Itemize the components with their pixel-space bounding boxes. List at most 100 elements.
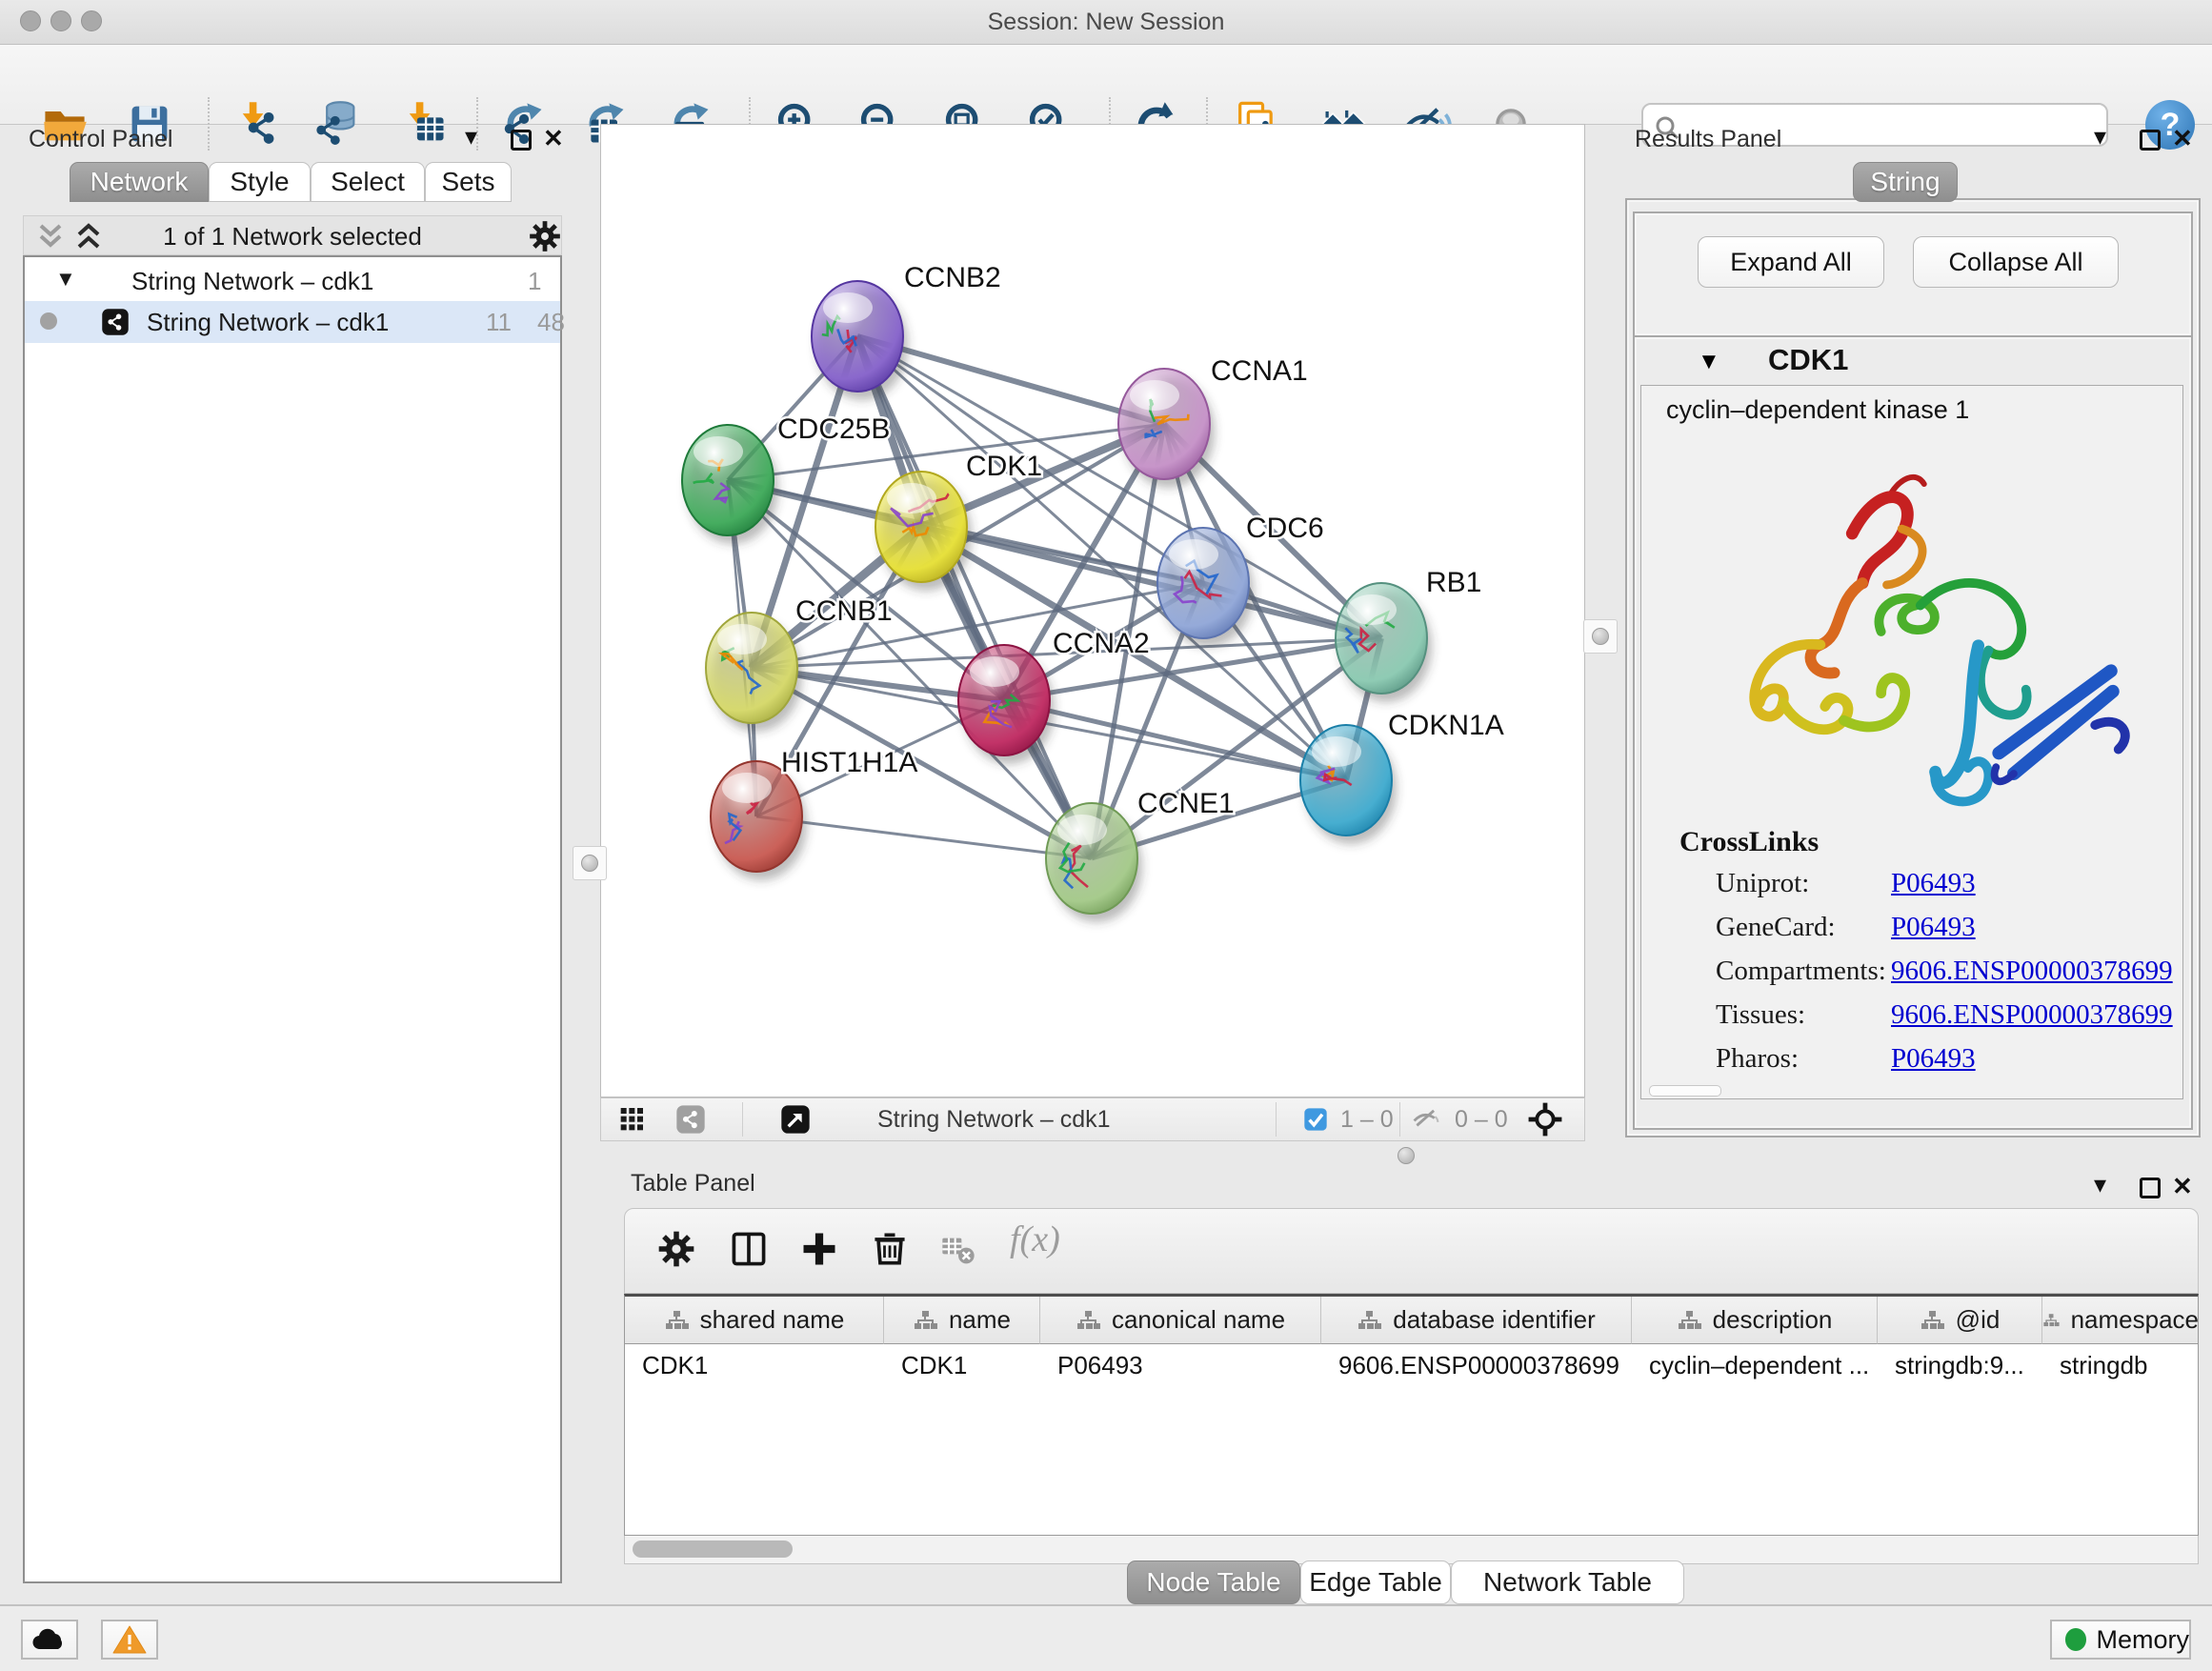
share-view-icon[interactable] xyxy=(675,1104,706,1135)
protein-card-scrollbar[interactable] xyxy=(1649,1085,1721,1097)
selected-checkbox-icon[interactable] xyxy=(1302,1106,1329,1133)
table-cell[interactable]: stringdb:9... xyxy=(1878,1344,2042,1386)
network-collection-row[interactable]: ▼ String Network – cdk1 1 xyxy=(25,263,560,301)
crosslink-value-link[interactable]: P06493 xyxy=(1891,868,1976,899)
edge-count: 48 xyxy=(537,308,565,337)
tab-string[interactable]: String xyxy=(1853,162,1958,202)
grid-view-icon[interactable] xyxy=(618,1104,649,1135)
edge-CCNB2-CCNE1[interactable] xyxy=(857,336,1092,858)
table-panel-menu-icon[interactable]: ▾ xyxy=(2094,1170,2106,1199)
right-splitter-handle[interactable] xyxy=(1583,619,1618,654)
network-canvas[interactable]: CCNB2CCNA1CDC25BCDK1CDC6RB1CCNB1CCNA2CDK… xyxy=(600,124,1585,1097)
table-panel-close-icon[interactable]: ✕ xyxy=(2172,1172,2193,1201)
import-database-icon xyxy=(312,99,362,149)
column-header-database-identifier[interactable]: database identifier xyxy=(1321,1297,1632,1344)
table-cell[interactable]: stringdb xyxy=(2042,1344,2199,1386)
node-CCNA2[interactable] xyxy=(958,645,1055,764)
function-builder-icon: f(x) xyxy=(1010,1218,1060,1260)
table-panel-float-icon[interactable] xyxy=(2140,1178,2161,1198)
import-table-button[interactable] xyxy=(393,92,456,155)
collapse-all-button[interactable]: Collapse All xyxy=(1913,236,2119,288)
node-CCNE1[interactable] xyxy=(1046,803,1142,922)
hidden-eye-icon[interactable] xyxy=(1411,1103,1443,1136)
table-cell[interactable]: cyclin–dependent ... xyxy=(1632,1344,1878,1386)
results-panel-menu-icon[interactable]: ▾ xyxy=(2094,122,2106,151)
node-table[interactable]: shared namenamecanonical namedatabase id… xyxy=(624,1294,2199,1536)
crosslink-value-link[interactable]: P06493 xyxy=(1891,912,1976,943)
table-settings-gear-icon[interactable] xyxy=(655,1228,697,1270)
table-cell[interactable]: 9606.ENSP00000378699 xyxy=(1321,1344,1632,1386)
node-HIST1H1A[interactable] xyxy=(711,761,807,880)
results-panel-float-icon[interactable] xyxy=(2140,130,2161,151)
table-panel-title: Table Panel xyxy=(631,1170,755,1198)
memory-status-dot xyxy=(2065,1628,2086,1651)
node-CDKN1A[interactable] xyxy=(1300,725,1397,844)
column-header-description[interactable]: description xyxy=(1632,1297,1878,1344)
collection-expander-icon[interactable]: ▼ xyxy=(55,267,76,292)
control-panel-menu-icon[interactable]: ▾ xyxy=(465,122,477,151)
import-database-button[interactable] xyxy=(306,92,369,155)
crosslink-row: Pharos: P06493 xyxy=(1641,1043,2182,1087)
crosslink-label: Pharos: xyxy=(1716,1043,1799,1075)
left-splitter-handle[interactable] xyxy=(573,846,607,880)
window-title: Session: New Session xyxy=(0,9,2212,36)
protein-section: ▼ CDK1 cyclin–dependent kinase 1 CrossLi… xyxy=(1633,335,2193,1130)
column-header-canonical-name[interactable]: canonical name xyxy=(1040,1297,1321,1344)
tab-style[interactable]: Style xyxy=(209,162,311,202)
memory-button[interactable]: Memory xyxy=(2050,1620,2191,1660)
crosslink-row: Uniprot:P06493 xyxy=(1641,868,2182,912)
crosslink-value-link[interactable]: 9606.ENSP00000378699 xyxy=(1891,956,2173,987)
node-label-CCNE1: CCNE1 xyxy=(1137,788,1235,819)
node-CDK1[interactable] xyxy=(875,472,972,591)
node-RB1[interactable] xyxy=(1336,583,1432,702)
expand-all-button[interactable]: Expand All xyxy=(1698,236,1884,288)
crosslink-value-link[interactable]: P06493 xyxy=(1891,1043,1976,1075)
crosslink-value-link[interactable]: 9606.ENSP00000378699 xyxy=(1891,999,2173,1031)
show-columns-icon[interactable] xyxy=(728,1228,770,1270)
network-view-toolbar: String Network – cdk1 1 – 0 0 – 0 xyxy=(600,1097,1585,1141)
table-hscrollbar-thumb[interactable] xyxy=(633,1540,793,1558)
results-panel-close-icon[interactable]: ✕ xyxy=(2172,124,2193,153)
column-header--id[interactable]: @id xyxy=(1878,1297,2042,1344)
network-graph[interactable]: CCNB2CCNA1CDC25BCDK1CDC6RB1CCNB1CCNA2CDK… xyxy=(601,125,1584,1097)
tab-network-table[interactable]: Network Table xyxy=(1451,1560,1684,1604)
column-header-namespace[interactable]: namespace xyxy=(2042,1297,2199,1344)
table-cell[interactable]: CDK1 xyxy=(884,1344,1040,1386)
node-CCNA1[interactable] xyxy=(1118,369,1215,488)
node-CCNB1[interactable] xyxy=(706,613,802,732)
import-network-button[interactable] xyxy=(227,92,290,155)
crosslink-row: Tissues:9606.ENSP00000378699 xyxy=(1641,999,2182,1043)
control-panel-tabs: NetworkStyleSelectSets xyxy=(0,162,572,202)
open-view-icon[interactable] xyxy=(780,1104,811,1135)
tab-sets[interactable]: Sets xyxy=(425,162,512,202)
warning-button[interactable] xyxy=(101,1620,158,1660)
tab-edge-table[interactable]: Edge Table xyxy=(1300,1560,1451,1604)
network-selected-summary: 1 of 1 Network selected xyxy=(24,222,561,252)
network-tree: ▼ String Network – cdk1 1 String Network… xyxy=(23,255,562,1583)
table-toolbar: f(x) xyxy=(624,1208,2199,1294)
network-options-gear-icon[interactable] xyxy=(527,218,563,254)
control-panel-close-icon[interactable]: ✕ xyxy=(543,124,564,153)
column-header-shared-name[interactable]: shared name xyxy=(625,1297,884,1344)
node-CDC6[interactable] xyxy=(1157,528,1254,647)
bottom-splitter-handle[interactable] xyxy=(1389,1143,1423,1168)
control-panel-float-icon[interactable] xyxy=(511,130,532,151)
node-CCNB2[interactable] xyxy=(812,281,908,400)
table-cell[interactable]: P06493 xyxy=(1040,1344,1321,1386)
network-row-selected[interactable]: String Network – cdk1 11 48 xyxy=(25,301,560,343)
node-count: 11 xyxy=(486,308,512,337)
protein-expander-icon[interactable]: ▼ xyxy=(1698,349,1720,375)
table-cell[interactable]: CDK1 xyxy=(625,1344,884,1386)
tab-select[interactable]: Select xyxy=(311,162,425,202)
tab-node-table[interactable]: Node Table xyxy=(1127,1560,1300,1604)
collection-label: String Network – cdk1 xyxy=(131,267,373,296)
hidden-counter: 0 – 0 xyxy=(1455,1106,1508,1134)
add-column-icon[interactable] xyxy=(798,1228,840,1270)
status-bar: Memory xyxy=(0,1604,2212,1671)
fit-crosshair-icon[interactable] xyxy=(1527,1101,1563,1137)
column-header-name[interactable]: name xyxy=(884,1297,1040,1344)
tab-network[interactable]: Network xyxy=(70,162,209,202)
crosslink-label: GeneCard: xyxy=(1716,912,1836,943)
delete-column-icon[interactable] xyxy=(869,1228,911,1270)
cloud-button[interactable] xyxy=(21,1620,78,1660)
